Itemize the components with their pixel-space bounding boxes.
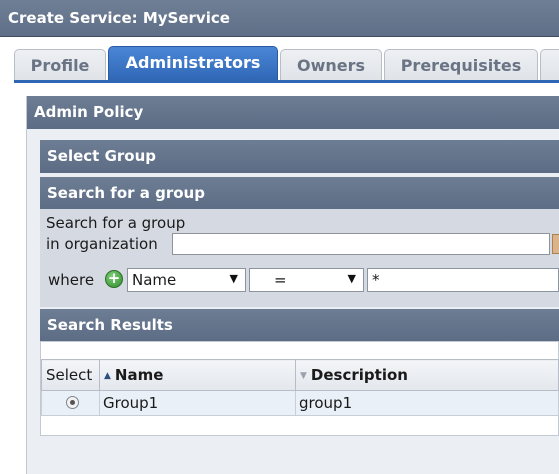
chevron-down-icon: ▼ (347, 272, 356, 285)
value-input[interactable]: * (367, 268, 559, 292)
tab-overflow[interactable] (540, 49, 559, 81)
search-results-header: Search Results (40, 309, 559, 342)
tab-prerequisites[interactable]: Prerequisites (384, 49, 538, 81)
group-radio[interactable] (66, 396, 79, 409)
column-header-name-label: Name (114, 366, 164, 384)
organization-input[interactable] (172, 233, 550, 255)
tab-underline (14, 80, 559, 83)
where-label: where (48, 271, 95, 289)
add-condition-icon[interactable]: + (105, 270, 123, 288)
tab-owners[interactable]: Owners (280, 49, 382, 81)
tab-administrators[interactable]: Administrators (108, 46, 278, 81)
select-cell (41, 390, 100, 416)
sort-descending-icon: ▼ (300, 371, 307, 381)
select-group-header: Select Group (40, 140, 559, 173)
column-header-select: Select (41, 359, 100, 391)
name-cell: Group1 (99, 390, 296, 416)
tab-bar: Profile Administrators Owners Prerequisi… (0, 37, 559, 81)
operator-select[interactable]: = ▼ (249, 268, 364, 292)
table-row[interactable]: Group1 group1 (41, 390, 559, 416)
sort-ascending-icon: ▲ (104, 371, 111, 381)
results-table: Select ▲ Name ▼ Description Group1 group1 (41, 359, 559, 416)
column-header-description-label: Description (310, 366, 408, 384)
search-group-header: Search for a group (40, 177, 559, 210)
calendar-lookup-icon[interactable] (552, 234, 559, 254)
operator-select-value: = (274, 271, 287, 289)
search-label-line1: Search for a group (46, 214, 186, 232)
admin-policy-header: Admin Policy (27, 96, 559, 129)
tab-profile[interactable]: Profile (14, 49, 106, 81)
search-label-line2: in organization (46, 235, 158, 253)
window-title: Create Service: MyService (0, 0, 559, 37)
value-input-text: * (372, 271, 380, 289)
field-select[interactable]: Name ▼ (127, 268, 246, 292)
results-header-row: Select ▲ Name ▼ Description (41, 359, 559, 391)
column-header-name[interactable]: ▲ Name (99, 359, 296, 391)
chevron-down-icon: ▼ (229, 272, 238, 285)
field-select-value: Name (132, 271, 177, 289)
description-cell: group1 (295, 390, 559, 416)
column-header-description[interactable]: ▼ Description (295, 359, 559, 391)
